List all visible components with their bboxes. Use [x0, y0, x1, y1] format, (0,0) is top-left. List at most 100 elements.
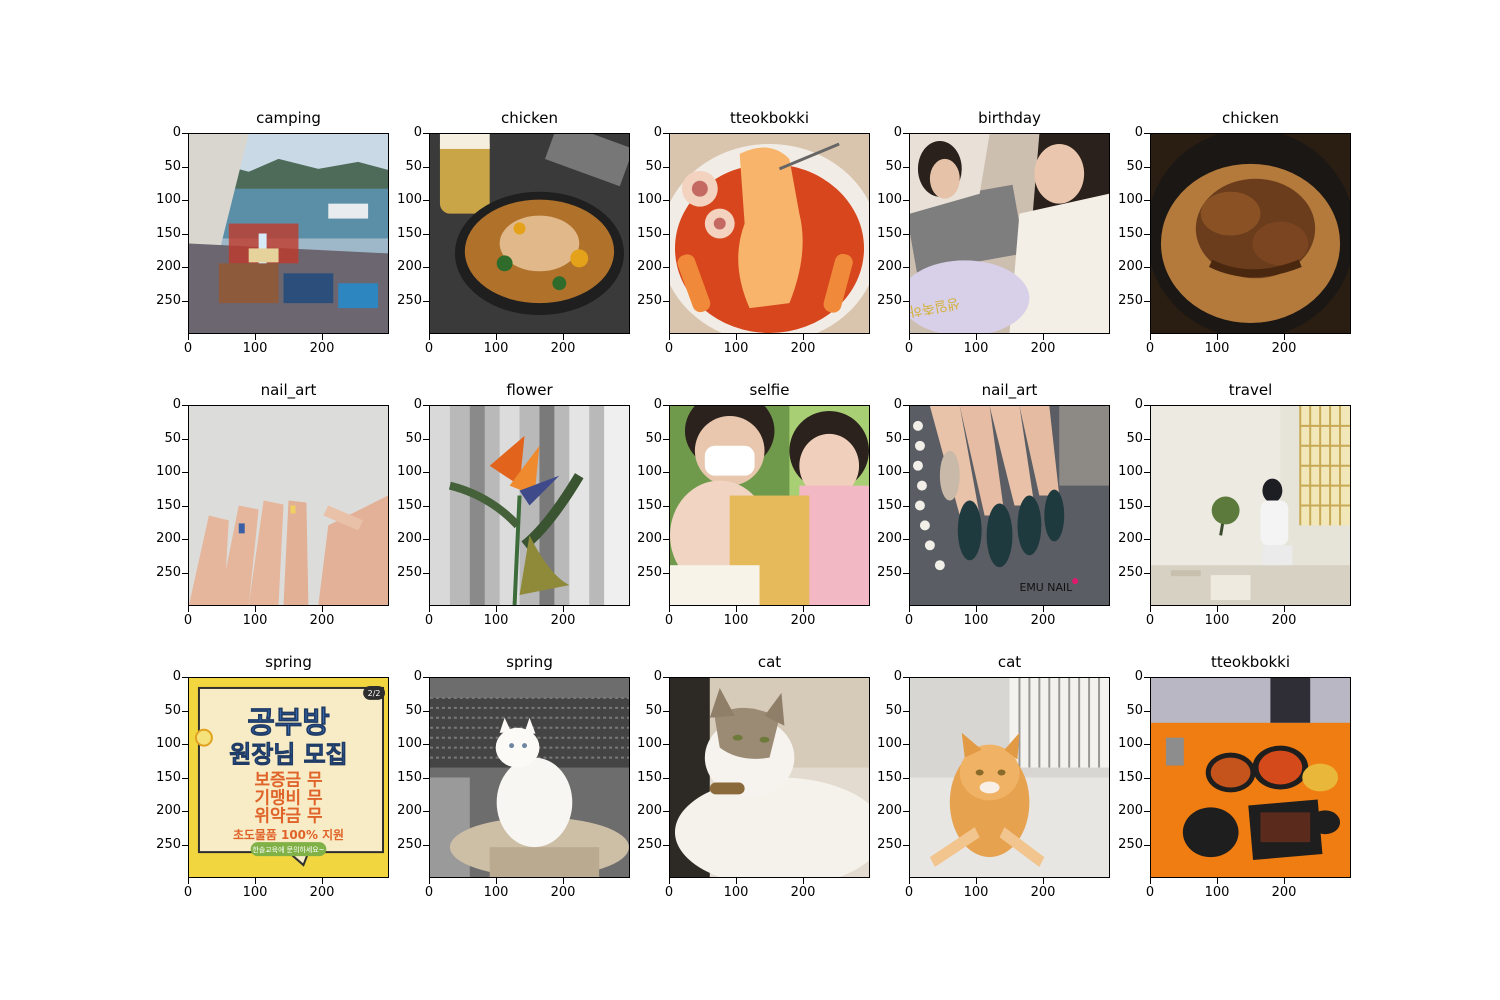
- y-tick-label: 50: [885, 703, 902, 718]
- y-tick-label: 100: [877, 192, 902, 207]
- x-tick-label: 100: [723, 613, 749, 628]
- y-tick-mark: [1144, 267, 1150, 268]
- x-tick-mark: [1043, 606, 1044, 612]
- y-tick-mark: [182, 439, 188, 440]
- y-tick-mark: [182, 677, 188, 678]
- x-tick-label: 200: [1030, 341, 1056, 356]
- y-tick-label: 50: [164, 431, 181, 446]
- x-tick-label: 0: [424, 613, 434, 628]
- x-tick-mark: [669, 334, 670, 340]
- y-tick-label: 250: [877, 565, 902, 580]
- x-tick-mark: [1284, 334, 1285, 340]
- y-tick-label: 150: [637, 770, 662, 785]
- y-tick-mark: [1144, 405, 1150, 406]
- y-tick-mark: [182, 539, 188, 540]
- y-tick-mark: [182, 301, 188, 302]
- y-tick-label: 100: [1118, 736, 1143, 751]
- x-tick-label: 0: [664, 613, 674, 628]
- svg-text:위약금 무: 위약금 무: [254, 805, 323, 825]
- y-tick-label: 100: [637, 192, 662, 207]
- y-tick-mark: [182, 167, 188, 168]
- panel-image: [1150, 405, 1351, 606]
- y-tick-mark: [423, 778, 429, 779]
- y-tick-label: 200: [637, 259, 662, 274]
- y-tick-mark: [903, 711, 909, 712]
- x-tick-mark: [1217, 334, 1218, 340]
- y-tick-mark: [903, 539, 909, 540]
- x-tick-mark: [322, 606, 323, 612]
- x-tick-label: 100: [242, 613, 268, 628]
- y-tick-mark: [663, 234, 669, 235]
- panel-image: [429, 677, 630, 878]
- panel-image: EMU NAIL: [909, 405, 1110, 606]
- x-tick-label: 0: [664, 885, 674, 900]
- y-tick-mark: [903, 677, 909, 678]
- panel-title: spring: [265, 653, 312, 671]
- image-panel: nail_art EMU NAIL 0 50 100 150 200 250 0 100 200: [877, 381, 1110, 628]
- y-tick-mark: [182, 811, 188, 812]
- y-tick-label: 0: [893, 669, 902, 684]
- y-tick-label: 0: [413, 125, 422, 140]
- y-tick-mark: [1144, 778, 1150, 779]
- y-tick-mark: [1144, 472, 1150, 473]
- x-tick-label: 0: [183, 613, 193, 628]
- y-tick-mark: [423, 744, 429, 745]
- panel-title: spring: [506, 653, 553, 671]
- y-tick-label: 250: [156, 565, 181, 580]
- panel-title: flower: [506, 381, 553, 399]
- panel-image: [429, 405, 630, 606]
- y-tick-mark: [423, 234, 429, 235]
- y-tick-label: 0: [653, 669, 662, 684]
- y-tick-label: 250: [877, 837, 902, 852]
- y-tick-label: 100: [877, 464, 902, 479]
- x-tick-label: 200: [550, 613, 576, 628]
- x-tick-mark: [188, 334, 189, 340]
- y-tick-label: 100: [637, 464, 662, 479]
- y-tick-label: 200: [877, 259, 902, 274]
- x-tick-label: 200: [790, 613, 816, 628]
- svg-text:원장님 모집: 원장님 모집: [229, 741, 347, 769]
- y-tick-label: 200: [156, 531, 181, 546]
- image-panel: camping 0 50 100 150 200 250 0 100 200: [156, 109, 389, 356]
- y-tick-label: 200: [877, 531, 902, 546]
- y-tick-label: 150: [637, 226, 662, 241]
- y-tick-label: 150: [877, 498, 902, 513]
- image-panel: chicken 0 50 100 150 200 250 0 100 200: [397, 109, 630, 356]
- y-tick-label: 50: [645, 431, 662, 446]
- y-tick-label: 50: [645, 159, 662, 174]
- y-tick-label: 150: [156, 226, 181, 241]
- y-tick-mark: [903, 200, 909, 201]
- y-tick-mark: [423, 405, 429, 406]
- x-tick-label: 100: [242, 341, 268, 356]
- x-tick-mark: [1043, 334, 1044, 340]
- y-tick-mark: [1144, 133, 1150, 134]
- y-tick-mark: [903, 744, 909, 745]
- chicken-roast-image: [1151, 134, 1350, 333]
- x-tick-label: 0: [1145, 341, 1155, 356]
- y-tick-mark: [423, 573, 429, 574]
- panel-image: [669, 677, 870, 878]
- y-tick-mark: [663, 405, 669, 406]
- y-tick-label: 50: [1126, 431, 1143, 446]
- x-tick-label: 200: [790, 341, 816, 356]
- y-tick-mark: [423, 167, 429, 168]
- panel-title: travel: [1228, 381, 1273, 399]
- panel-image: 생일축하: [909, 133, 1110, 334]
- x-tick-mark: [188, 606, 189, 612]
- y-tick-label: 150: [156, 498, 181, 513]
- x-tick-label: 0: [1145, 885, 1155, 900]
- nails-plain-image: [189, 406, 388, 605]
- y-tick-mark: [663, 472, 669, 473]
- x-tick-mark: [1150, 606, 1151, 612]
- y-tick-label: 250: [1118, 565, 1143, 580]
- x-tick-mark: [563, 878, 564, 884]
- y-tick-label: 200: [1118, 531, 1143, 546]
- y-tick-mark: [663, 200, 669, 201]
- y-tick-label: 0: [893, 397, 902, 412]
- y-tick-label: 0: [893, 125, 902, 140]
- y-tick-mark: [1144, 677, 1150, 678]
- y-tick-mark: [663, 811, 669, 812]
- panel-title: birthday: [978, 109, 1041, 127]
- image-panel: tteokbokki 0 50 100 150 200 250 0 100 200: [637, 109, 870, 356]
- y-tick-label: 100: [156, 736, 181, 751]
